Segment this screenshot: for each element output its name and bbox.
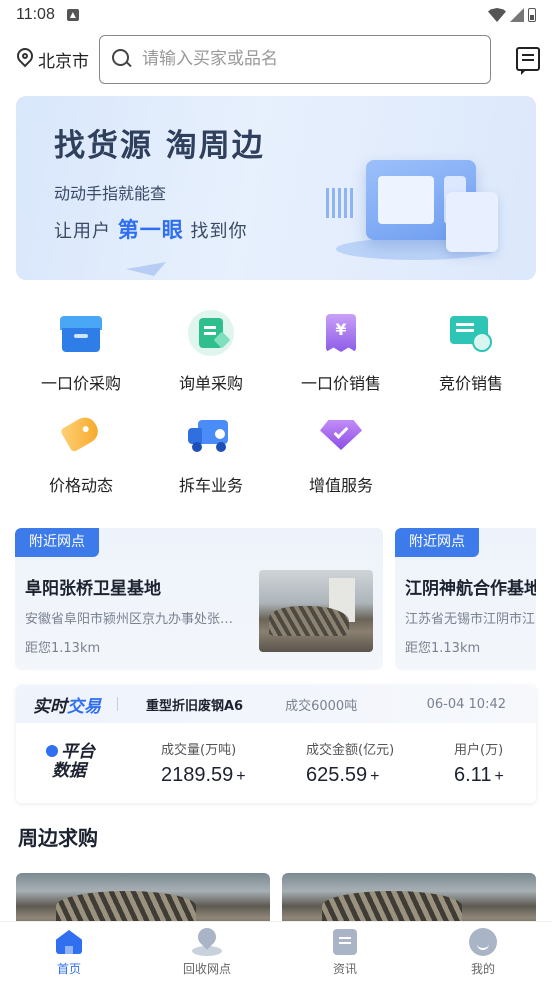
- divider: [117, 697, 118, 711]
- tab-label: 首页: [56, 962, 81, 976]
- nearby-badge: 附近网点: [395, 528, 479, 557]
- search-input[interactable]: [142, 49, 472, 69]
- func-fixed-price-purchase[interactable]: 一口价采购: [16, 304, 146, 406]
- site-distance: 距您1.13km: [25, 641, 101, 656]
- bottom-tab-bar: 首页 回收网点 资讯 我的: [0, 921, 552, 983]
- site-name: 江阴神航合作基地: [405, 579, 536, 599]
- banner-subtitle: 动动手指就能查: [54, 184, 167, 203]
- func-vehicle-dismantling[interactable]: 拆车业务: [146, 406, 276, 508]
- promo-banner[interactable]: 找货源 淘周边 动动手指就能查 让用户 第一眼 找到你: [16, 96, 536, 280]
- notification-icon: [66, 9, 79, 21]
- location-pin-icon: [13, 44, 37, 70]
- tab-label: 资讯: [332, 962, 357, 976]
- stat-volume: 成交量(万吨) 2189.59 +: [161, 743, 246, 786]
- signal-icon: [510, 8, 524, 22]
- gem-icon: [318, 412, 364, 458]
- nearby-sites-carousel[interactable]: 附近网点 阜阳张桥卫星基地 安徽省阜阳市颍州区京九办事处张桥卫星基地 距您1.1…: [15, 528, 536, 670]
- trade-item: 重型折旧废钢A6: [146, 698, 244, 714]
- platform-data-logo: 平台 数据: [46, 743, 106, 781]
- func-label: 一口价采购: [40, 374, 121, 393]
- city-selector[interactable]: 北京市: [13, 44, 89, 72]
- status-time: 11:08: [16, 6, 55, 23]
- site-photo: [259, 570, 373, 652]
- site-address: 安徽省阜阳市颍州区京九办事处张桥卫星基地: [25, 612, 243, 627]
- func-inquiry-purchase[interactable]: 询单采购: [146, 304, 276, 406]
- site-name: 阜阳张桥卫星基地: [25, 579, 161, 599]
- trade-time: 06-04 10:42: [426, 696, 506, 712]
- func-label: 增值服务: [308, 476, 373, 495]
- func-label: 竞价销售: [438, 374, 503, 393]
- home-icon: [54, 928, 84, 956]
- tab-recycling-sites[interactable]: 回收网点: [138, 922, 276, 983]
- platform-dot-icon: [46, 745, 58, 757]
- store-icon: [58, 310, 104, 356]
- nearby-site-card[interactable]: 附近网点 阜阳张桥卫星基地 安徽省阜阳市颍州区京九办事处张桥卫星基地 距您1.1…: [15, 528, 383, 670]
- section-title: 周边求购: [18, 826, 98, 850]
- search-box[interactable]: [99, 34, 491, 84]
- nearby-requests-list: [16, 873, 536, 933]
- tagline-highlight: 第一眼: [117, 218, 184, 242]
- price-ticket-icon: ¥: [318, 310, 364, 356]
- banner-title: 找货源 淘周边: [54, 128, 265, 164]
- status-bar: 11:08: [0, 0, 552, 30]
- trade-ticker: 实时交易 重型折旧废钢A6 成交6000吨 06-04 10:42: [16, 685, 536, 723]
- truck-icon: [188, 412, 234, 458]
- tab-news[interactable]: 资讯: [276, 922, 414, 983]
- price-tag-icon: [58, 412, 104, 458]
- func-label: 一口价销售: [300, 374, 381, 393]
- realtime-trade-panel[interactable]: 实时交易 重型折旧废钢A6 成交6000吨 06-04 10:42 平台 数据 …: [16, 685, 536, 803]
- profile-icon: [468, 928, 498, 956]
- banner-illustration: [326, 152, 498, 262]
- tab-home[interactable]: 首页: [0, 922, 138, 983]
- message-icon[interactable]: [516, 47, 540, 71]
- tab-label: 回收网点: [182, 962, 231, 976]
- bidding-icon: [448, 310, 494, 356]
- func-fixed-price-sale[interactable]: ¥ 一口价销售: [276, 304, 406, 406]
- stat-users: 用户(万) 6.11 +: [454, 743, 504, 786]
- func-label: 拆车业务: [178, 476, 243, 495]
- site-address: 江苏省无锡市江阴市江阴神航合作基地: [405, 612, 536, 627]
- func-value-added-services[interactable]: 增值服务: [276, 406, 406, 508]
- trade-title: 实时交易: [33, 696, 101, 717]
- banner-tagline: 让用户 第一眼 找到你: [54, 214, 247, 244]
- function-grid: 一口价采购 询单采购 ¥ 一口价销售 竞价销售 价格动态 拆车业务 增值服务: [16, 304, 536, 508]
- nearby-site-card[interactable]: 附近网点 江阴神航合作基地 江苏省无锡市江阴市江阴神航合作基地 距您1.13km: [395, 528, 536, 670]
- battery-icon: [528, 8, 536, 22]
- trade-volume: 成交6000吨: [285, 698, 358, 714]
- tab-profile[interactable]: 我的: [414, 922, 552, 983]
- site-distance: 距您1.13km: [405, 641, 481, 656]
- news-icon: [330, 928, 360, 956]
- func-label: 价格动态: [48, 476, 113, 495]
- platform-stats: 平台 数据 成交量(万吨) 2189.59 + 成交金额(亿元) 625.59 + …: [16, 723, 536, 803]
- func-bidding-sale[interactable]: 竞价销售: [406, 304, 536, 406]
- city-label: 北京市: [38, 51, 89, 72]
- func-label: 询单采购: [178, 374, 243, 393]
- func-price-trends[interactable]: 价格动态: [16, 406, 146, 508]
- nearby-badge: 附近网点: [15, 528, 99, 557]
- inquiry-icon: [188, 310, 234, 356]
- wifi-icon: [488, 8, 506, 22]
- location-icon: [192, 924, 222, 956]
- top-bar: 北京市: [13, 34, 540, 84]
- status-icons: [488, 8, 536, 22]
- tagline-prefix: 让用户: [54, 221, 111, 242]
- tagline-suffix: 找到你: [190, 221, 248, 242]
- banner-arrow-decoration: [126, 262, 166, 276]
- search-icon: [112, 49, 132, 69]
- stat-amount: 成交金额(亿元) 625.59 +: [306, 743, 395, 786]
- tab-label: 我的: [470, 962, 495, 976]
